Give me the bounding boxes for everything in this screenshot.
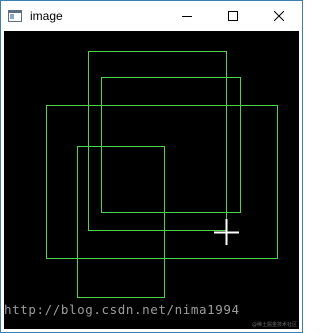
opencv-window-icon — [8, 9, 22, 22]
image-canvas[interactable]: http://blog.csdn.net/nima1994 @稀土掘金技术社区 — [4, 31, 299, 329]
title-bar[interactable]: image — [1, 1, 302, 30]
image-window: image http://blog.csdn.net/nima1994 @稀土掘… — [0, 0, 303, 333]
close-button[interactable] — [256, 1, 302, 30]
close-icon — [274, 10, 284, 21]
rectangle-1 — [88, 51, 227, 231]
window-title: image — [30, 9, 63, 23]
maximize-button[interactable] — [210, 1, 256, 30]
rectangle-4 — [77, 146, 165, 298]
maximize-icon — [228, 10, 238, 21]
corner-watermark: @稀土掘金技术社区 — [251, 322, 297, 328]
minimize-button[interactable] — [164, 1, 210, 30]
watermark-text: http://blog.csdn.net/nima1994 — [4, 302, 240, 317]
rectangle-2 — [101, 77, 241, 213]
minimize-icon — [182, 11, 192, 21]
crosshair-cursor-icon — [214, 219, 239, 245]
rectangle-3 — [46, 105, 278, 259]
drawing-surface — [46, 51, 278, 298]
